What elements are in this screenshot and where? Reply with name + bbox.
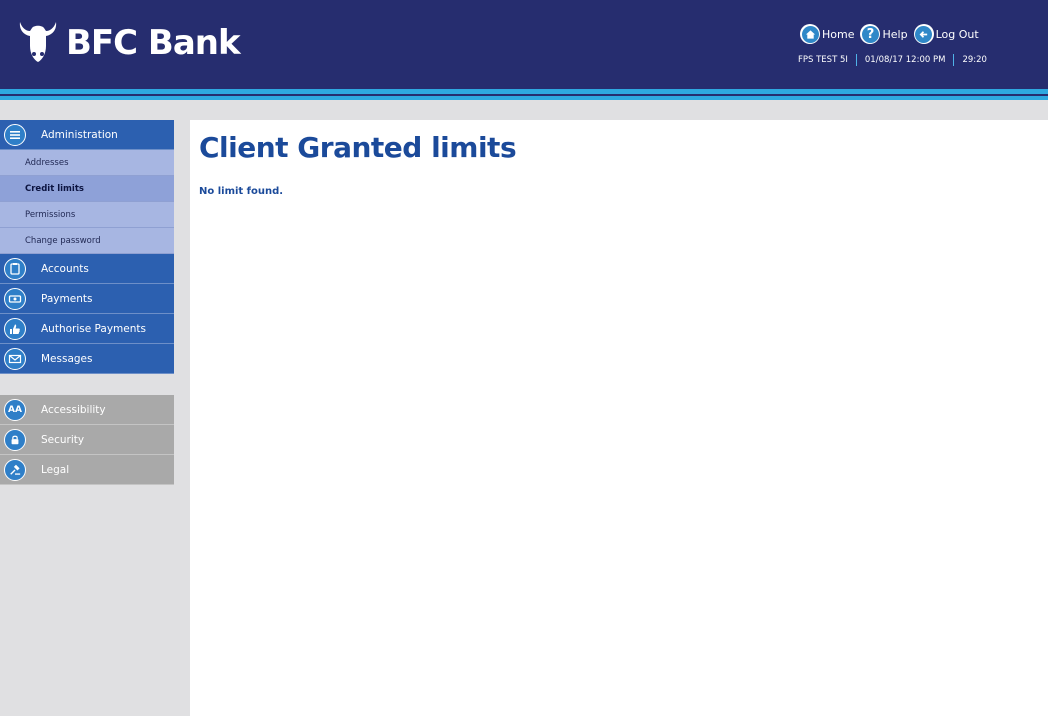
sidebar-item-accessibility[interactable]: AA Accessibility [0,395,174,425]
sidebar-item-payments[interactable]: Payments [0,284,174,314]
session-datetime: 01/08/17 12:00 PM [864,55,946,65]
empty-state-message: No limit found. [199,186,284,197]
gavel-icon [4,458,26,481]
padlock-icon [4,428,26,451]
banknote-icon [4,287,26,310]
sidebar-subitem-change-password[interactable]: Change password [0,228,174,254]
clipboard-icon [4,257,26,280]
logout-link[interactable]: Log Out [913,24,979,44]
session-info: FPS TEST 5I 01/08/17 12:00 PM 29:20 [798,54,987,66]
gray-band [0,100,1048,120]
top-header: BFC Bank Home ? Help Log Out FPS TEST 5I… [0,0,1048,89]
separator [953,54,955,66]
sidebar-subitem-addresses[interactable]: Addresses [0,150,174,176]
session-timer: 29:20 [962,55,987,65]
help-link-label: Help [882,27,908,41]
sidebar-item-label: Payments [41,292,93,305]
text-size-icon: AA [4,398,26,421]
envelope-icon [4,347,26,370]
help-icon: ? [860,24,881,44]
main-content: Client Granted limits No limit found. [190,120,1048,716]
sidebar-item-legal[interactable]: Legal [0,455,174,485]
sidebar-subitem-credit-limits[interactable]: Credit limits [0,176,174,202]
sidebar-item-accounts[interactable]: Accounts [0,254,174,284]
sidebar-item-label: Messages [41,352,93,365]
sidebar-item-label: Legal [41,463,70,476]
sidebar-item-security[interactable]: Security [0,425,174,455]
utility-nav: AA Accessibility Security Legal [0,395,174,485]
sidebar-item-label: Accessibility [41,403,106,416]
help-link[interactable]: ? Help [860,24,908,44]
sidebar-item-messages[interactable]: Messages [0,344,174,374]
page-title: Client Granted limits [199,131,517,164]
logout-arrow-icon [913,24,934,44]
top-links: Home ? Help Log Out [800,24,985,44]
brand-name: BFC Bank [66,23,241,63]
sidebar-item-administration[interactable]: Administration [0,120,174,150]
logout-link-label: Log Out [935,27,979,41]
session-user: FPS TEST 5I [798,55,848,65]
list-icon [4,123,26,146]
sidebar-subitem-permissions[interactable]: Permissions [0,202,174,228]
home-link-label: Home [822,27,855,41]
sidebar-item-label: Administration [41,128,118,141]
home-link[interactable]: Home [800,24,854,44]
sidebar-item-label: Accounts [41,262,89,275]
sidebar-item-label: Authorise Payments [41,322,146,335]
sidebar-item-label: Security [41,433,85,446]
brand-logo[interactable]: BFC Bank [16,16,241,64]
thumbs-up-icon [4,317,26,340]
bull-logo-icon [19,22,57,62]
sidebar-item-authorise-payments[interactable]: Authorise Payments [0,314,174,344]
separator [855,54,857,66]
home-icon [800,24,820,44]
sidebar-nav: Administration Addresses Credit limits P… [0,120,174,485]
